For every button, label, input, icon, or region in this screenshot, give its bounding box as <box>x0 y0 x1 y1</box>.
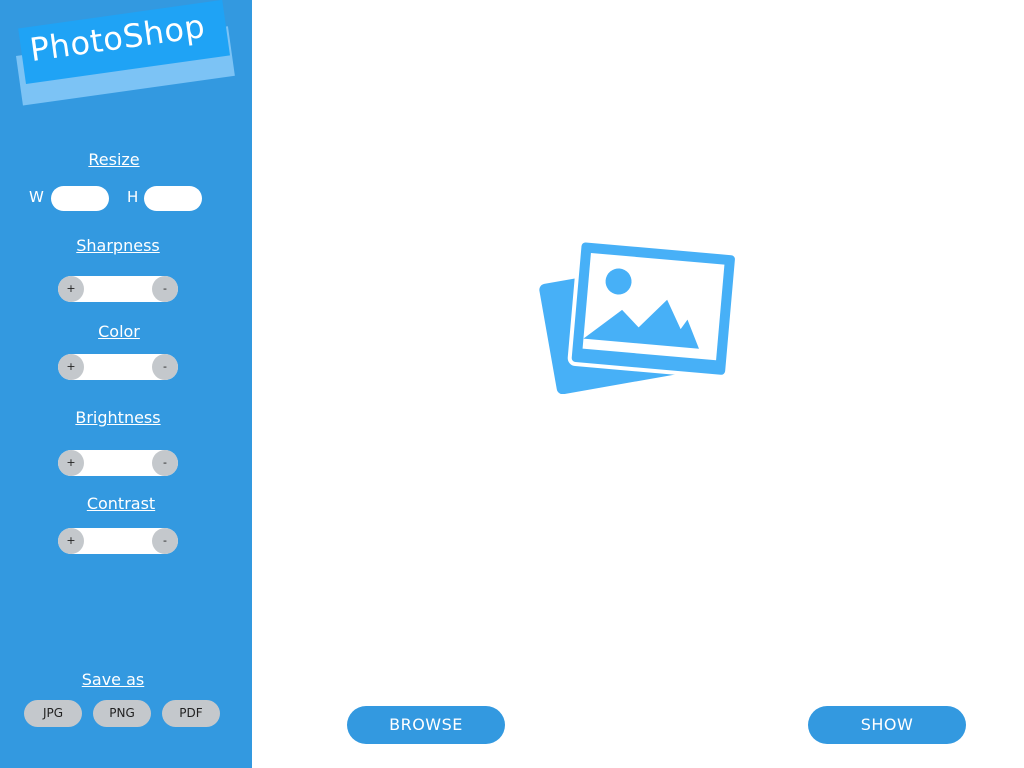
contrast-increase-button[interactable]: + <box>58 528 84 554</box>
contrast-stepper: + - <box>58 528 178 554</box>
contrast-heading: Contrast <box>86 494 156 513</box>
color-increase-button[interactable]: + <box>58 354 84 380</box>
sidebar: PhotoShop Resize W H Sharpness + - Color… <box>0 0 252 768</box>
brightness-heading: Brightness <box>75 408 161 427</box>
contrast-decrease-button[interactable]: - <box>152 528 178 554</box>
resize-heading: Resize <box>88 150 140 169</box>
save-png-button[interactable]: PNG <box>93 700 151 727</box>
brightness-increase-button[interactable]: + <box>58 450 84 476</box>
brightness-decrease-button[interactable]: - <box>152 450 178 476</box>
sharpness-stepper: + - <box>58 276 178 302</box>
width-label: W <box>29 188 44 206</box>
color-stepper: + - <box>58 354 178 380</box>
browse-button[interactable]: BROWSE <box>347 706 505 744</box>
save-as-heading: Save as <box>81 670 145 689</box>
image-placeholder-icon <box>536 232 740 395</box>
sharpness-increase-button[interactable]: + <box>58 276 84 302</box>
width-input[interactable] <box>51 186 109 211</box>
height-input[interactable] <box>144 186 202 211</box>
save-pdf-button[interactable]: PDF <box>162 700 220 727</box>
color-heading: Color <box>98 322 140 341</box>
sharpness-heading: Sharpness <box>76 236 160 255</box>
height-label: H <box>127 188 139 206</box>
save-jpg-button[interactable]: JPG <box>24 700 82 727</box>
color-decrease-button[interactable]: - <box>152 354 178 380</box>
brightness-stepper: + - <box>58 450 178 476</box>
image-placeholder-svg <box>539 238 739 395</box>
show-button[interactable]: SHOW <box>808 706 966 744</box>
sharpness-decrease-button[interactable]: - <box>152 276 178 302</box>
